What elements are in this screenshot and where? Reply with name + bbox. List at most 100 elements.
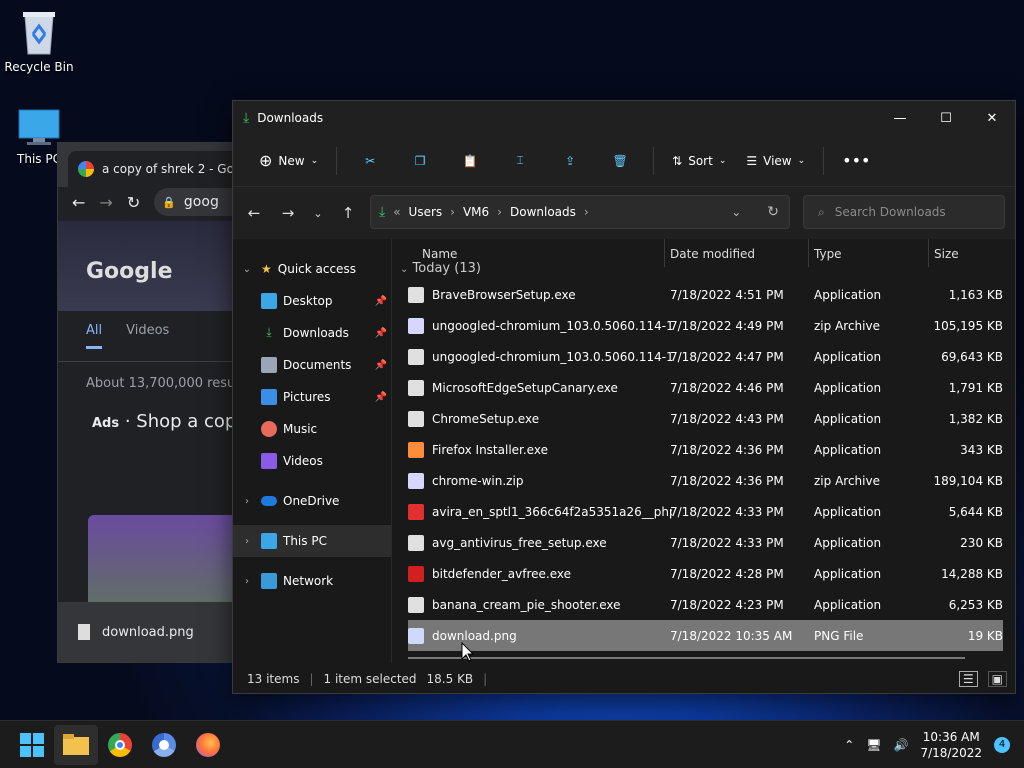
group-header[interactable]: ⌄ Today (13) [400,261,481,276]
file-row[interactable]: avira_en_sptl1_366c64f2a5351a26__phpws..… [408,496,1003,527]
file-type: Application [814,380,882,395]
notification-badge[interactable]: 4 [994,736,1010,753]
sort-label: Sort [688,153,713,168]
file-row[interactable]: Firefox Installer.exe 7/18/2022 4:36 PM Ap… [408,434,1003,465]
recent-locations-icon[interactable]: ⌄ [305,207,331,220]
this-pc-label: This PC [17,152,61,166]
breadcrumb-vm6[interactable]: VM6 [463,205,489,219]
chevron-up-icon[interactable]: ⌃ [844,738,854,752]
clock-date: 7/18/2022 [920,745,982,760]
file-row[interactable]: ungoogled-chromium_103.0.5060.114-1.... 7… [408,341,1003,372]
file-type-icon [408,317,424,334]
refresh-icon[interactable]: ↻ [767,204,779,220]
nav-quick-access[interactable]: ⌄ ★ Quick access [233,253,391,285]
paste-icon[interactable]: 📋 [447,143,493,179]
share-icon[interactable]: ⇪ [547,143,593,179]
file-row[interactable]: BraveBrowserSetup.exe 7/18/2022 4:51 PM Ap… [408,279,1003,310]
volume-icon[interactable]: 🔊 [894,738,909,752]
chrome-taskbar-button[interactable] [98,725,142,765]
file-row[interactable]: ChromeSetup.exe 7/18/2022 4:43 PM Applicat… [408,403,1003,434]
back-icon[interactable]: ← [237,204,271,222]
minimize-button[interactable]: — [877,101,923,135]
nav-pictures[interactable]: Pictures 📌 [233,381,391,413]
sort-button[interactable]: ⇅ Sort ⌄ [664,143,734,179]
forward-icon[interactable]: → [99,193,112,212]
search-input[interactable]: ⌕ Search Downloads [803,195,1005,229]
google-doodle: Google [58,221,256,311]
more-options-icon[interactable]: ••• [834,143,878,179]
col-date[interactable]: Date modified [670,247,755,261]
nav-label: Network [283,574,334,588]
lock-icon: 🔒 [162,195,176,209]
nav-onedrive[interactable]: › OneDrive [233,485,391,517]
horizontal-scrollbar[interactable] [408,657,965,659]
monitor-icon [261,533,277,549]
close-button[interactable]: ✕ [969,101,1015,135]
results-count: About 13,700,000 resu [86,376,236,391]
file-row[interactable]: banana_cream_pie_shooter.exe 7/18/2022 4:… [408,589,1003,620]
file-size: 1,791 KB [948,380,1003,395]
title-bar: ⤓ Downloads — ☐ ✕ [233,101,1015,135]
nav-music[interactable]: Music [233,413,391,445]
file-row[interactable]: MicrosoftEdgeSetupCanary.exe 7/18/2022 4:… [408,372,1003,403]
nav-videos[interactable]: Videos [233,445,391,477]
chevron-right-icon: › [450,205,455,219]
rename-icon[interactable]: ⌶ [497,143,543,179]
nav-downloads[interactable]: ⤓ Downloads 📌 [233,317,391,349]
file-row[interactable]: chrome-win.zip 7/18/2022 4:36 PM zip Archi… [408,465,1003,496]
copy-icon[interactable]: ❐ [397,143,443,179]
file-row[interactable]: bitdefender_avfree.exe 7/18/2022 4:28 PM A… [408,558,1003,589]
maximize-button[interactable]: ☐ [923,101,969,135]
view-button[interactable]: ☰ View ⌄ [738,143,813,179]
tab-videos[interactable]: Videos [126,323,169,349]
clock[interactable]: 10:36 AM 7/18/2022 [920,729,982,761]
chrome-window[interactable]: a copy of shrek 2 - Goog ← → ↻ 🔒 goog Go… [57,142,257,663]
navigation-bar: ← → ⌄ ↑ ⤓ « Users › VM6 › Downloads › ⌄ ↻ ⌕… [233,187,1015,239]
network-icon[interactable]: 🖥 [866,738,881,752]
cut-icon[interactable]: ✂ [347,143,393,179]
file-size: 1,163 KB [948,287,1003,302]
start-button[interactable] [10,725,54,765]
file-date: 7/18/2022 4:49 PM [670,318,784,333]
forward-icon[interactable]: → [271,204,305,222]
tiles-view-icon[interactable]: ▣ [987,671,1007,687]
file-explorer-taskbar-button[interactable] [54,724,98,765]
monitor-icon [18,109,60,145]
address-text: goog [183,194,219,210]
tab-all[interactable]: All [86,323,103,349]
file-name: avira_en_sptl1_366c64f2a5351a26__phpws..… [432,504,672,519]
col-size[interactable]: Size [934,247,959,261]
file-row[interactable]: ungoogled-chromium_103.0.5060.114-1.... 7… [408,310,1003,341]
new-button[interactable]: ⊕ New ⌄ [251,143,326,179]
file-row[interactable]: avg_antivirus_free_setup.exe 7/18/2022 4:… [408,527,1003,558]
reload-icon[interactable]: ↻ [127,193,140,212]
firefox-taskbar-button[interactable] [186,725,230,765]
navigation-pane: ⌄ ★ Quick access Desktop 📌 ⤓ Downloads 📌 Docu… [233,239,391,663]
delete-icon[interactable]: 🗑 [597,143,643,179]
chrome-tab[interactable]: a copy of shrek 2 - Goog [68,151,256,187]
file-explorer-window[interactable]: ⤓ Downloads — ☐ ✕ ⊕ New ⌄ ✂ ❐ 📋 ⌶ ⇪ 🗑 ⇅ Sor… [232,100,1016,694]
back-icon[interactable]: ← [72,193,85,212]
file-name: ChromeSetup.exe [432,411,540,426]
chevron-right-icon: › [497,205,502,219]
breadcrumb-downloads[interactable]: Downloads [510,205,576,219]
ads-title[interactable]: Shop a cop [136,411,236,432]
documents-icon [261,357,277,373]
download-item[interactable]: download.png [102,625,194,640]
breadcrumb-users[interactable]: Users [409,205,443,219]
recycle-bin-desktop-icon[interactable]: Recycle Bin [1,8,77,74]
nav-desktop[interactable]: Desktop 📌 [233,285,391,317]
window-title: Downloads [257,111,324,125]
up-icon[interactable]: ↑ [331,204,365,222]
file-name: download.png [432,628,517,643]
col-type[interactable]: Type [814,247,842,261]
nav-documents[interactable]: Documents 📌 [233,349,391,381]
address-dropdown-icon[interactable]: ⌄ [731,205,741,219]
nav-network[interactable]: › Network [233,565,391,597]
chromium-taskbar-button[interactable] [142,725,186,765]
col-name[interactable]: Name [422,247,457,261]
details-view-icon[interactable]: ☰ [958,671,978,687]
nav-this-pc[interactable]: › This PC [233,525,391,557]
address-bar[interactable]: ⤓ « Users › VM6 › Downloads › ⌄ ↻ [370,195,790,229]
file-row[interactable]: download.png 7/18/2022 10:35 AM PNG File 19… [408,620,1003,651]
